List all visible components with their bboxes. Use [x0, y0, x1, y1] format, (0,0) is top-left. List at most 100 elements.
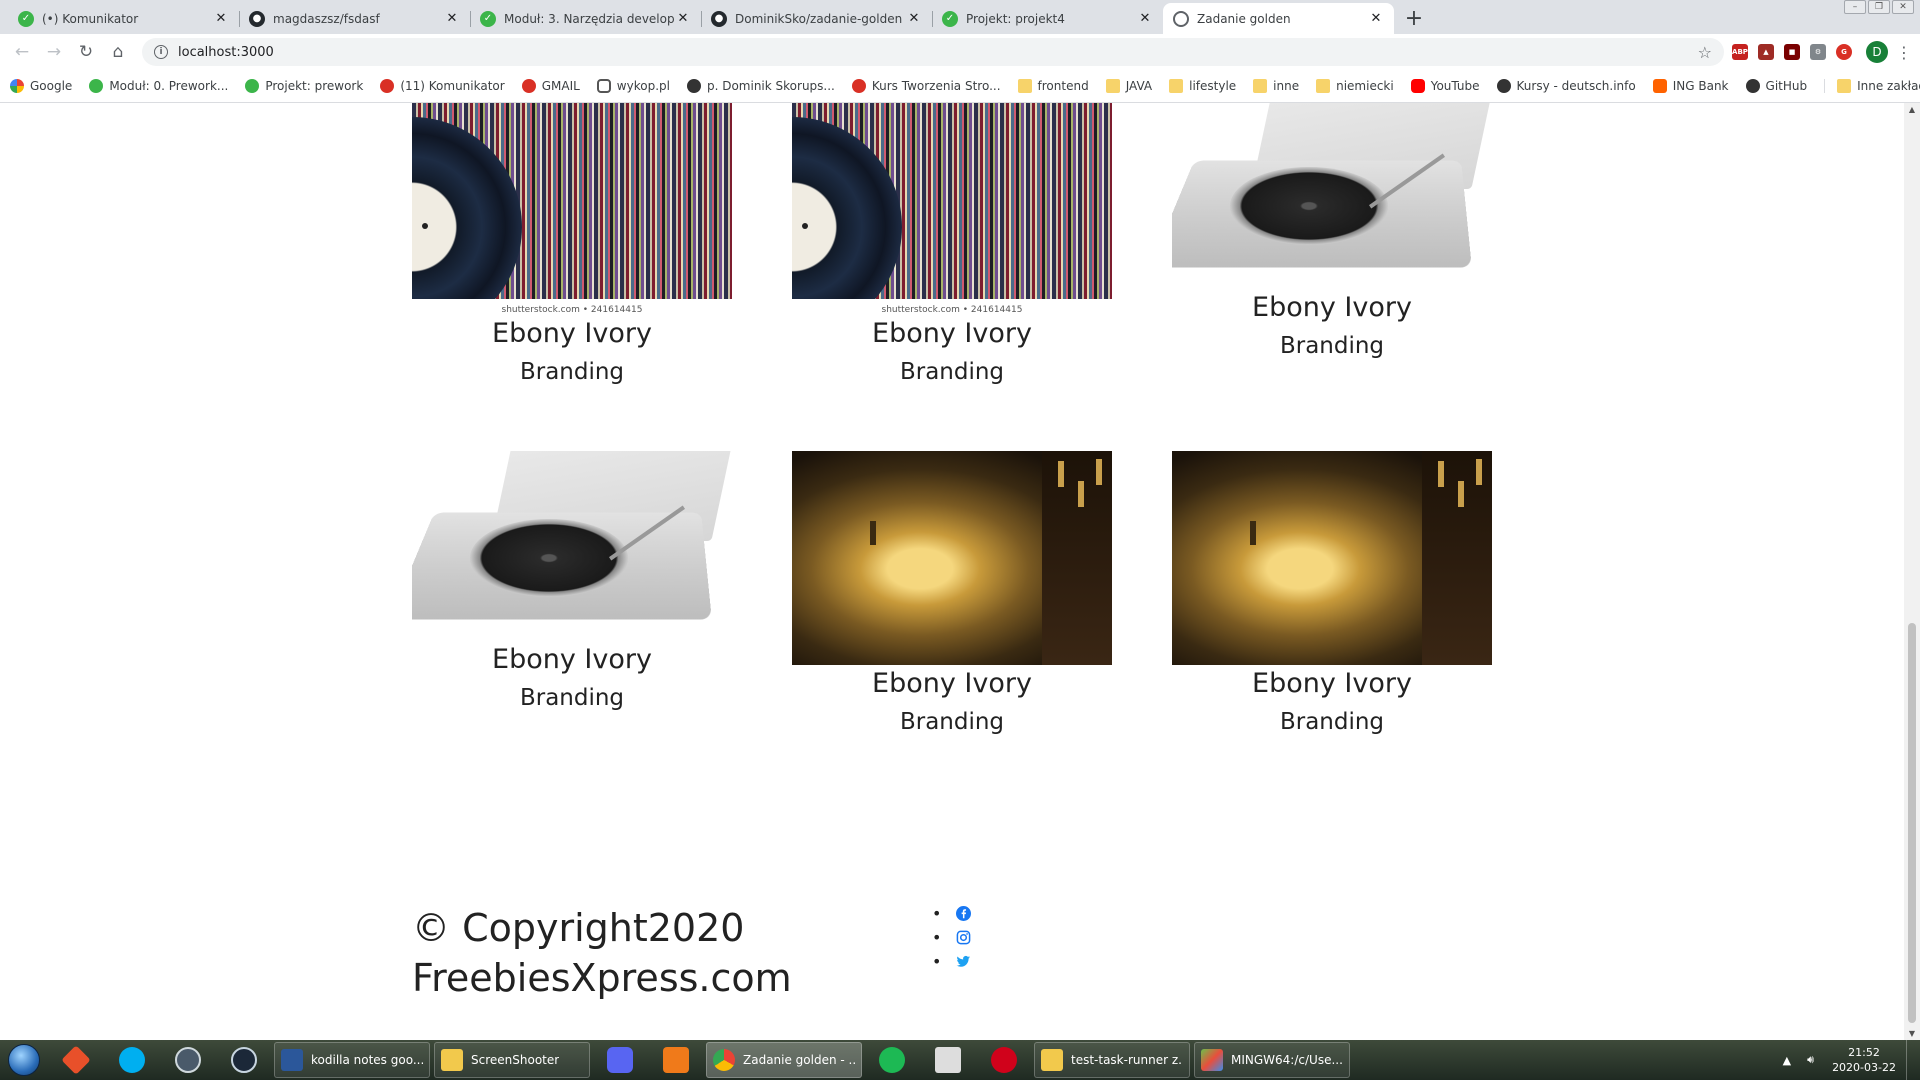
bookmark-label: Kurs Tworzenia Stro...: [871, 79, 1001, 93]
new-tab-button[interactable]: +: [1400, 4, 1428, 32]
start-button[interactable]: [0, 1040, 48, 1080]
close-icon[interactable]: ✕: [1368, 11, 1384, 26]
close-icon[interactable]: ✕: [444, 11, 460, 26]
avatar[interactable]: D: [1866, 41, 1888, 63]
pinned-app[interactable]: [104, 1040, 160, 1080]
bookmark-item[interactable]: frontend: [1017, 79, 1089, 93]
bookmark-item[interactable]: inne: [1253, 79, 1299, 93]
bookmark-star-icon[interactable]: ☆: [1698, 43, 1712, 62]
home-icon[interactable]: ⌂: [104, 38, 132, 66]
card-title: Ebony Ivory: [1252, 292, 1412, 323]
bookmark-item[interactable]: lifestyle: [1169, 79, 1236, 93]
pinned-app[interactable]: [216, 1040, 272, 1080]
hand-icon: [935, 1047, 961, 1073]
turntable-knob: [1438, 461, 1444, 487]
bookmark-item[interactable]: GitHub: [1745, 79, 1808, 93]
taskbar-app[interactable]: MINGW64:/c/Use...: [1194, 1042, 1350, 1078]
pdf-icon[interactable]: ▲: [1758, 44, 1774, 60]
github-icon: ●: [711, 10, 727, 27]
bookmark-item[interactable]: Kurs Tworzenia Stro...: [851, 79, 1001, 93]
taskbar-app[interactable]: ScreenShooter: [434, 1042, 590, 1078]
bookmark-item[interactable]: Moduł: 0. Prework...: [89, 79, 228, 93]
info-icon[interactable]: i: [154, 45, 168, 59]
turntable-knob: [1058, 461, 1064, 487]
bookmark-label: GMAIL: [541, 79, 580, 93]
tab-zadanie-golden[interactable]: Zadanie golden ✕: [1163, 3, 1394, 34]
bookmark-item[interactable]: Google: [10, 79, 72, 93]
tab-title: Moduł: 3. Narzędzia developerskie: [504, 11, 675, 26]
scroll-down-icon[interactable]: ▼: [1904, 1029, 1920, 1038]
facebook-icon[interactable]: [956, 905, 971, 921]
bookmark-item[interactable]: GMAIL: [521, 79, 580, 93]
forward-icon[interactable]: →: [40, 38, 68, 66]
close-icon[interactable]: ✕: [213, 11, 229, 26]
ublock-icon[interactable]: ■: [1784, 44, 1800, 60]
bookmark-item[interactable]: wykop.pl: [596, 79, 670, 93]
close-icon[interactable]: ✕: [675, 11, 691, 26]
bookmark-favicon-icon: [380, 79, 395, 93]
url-text[interactable]: localhost:3000: [178, 45, 1698, 60]
tab-fsdasf[interactable]: ● magdaszsz/fsdasf ✕: [239, 3, 470, 34]
taskbar-app-label: kodilla notes goo...: [311, 1053, 423, 1067]
social-links: [932, 901, 971, 973]
grammarly-icon[interactable]: G: [1836, 44, 1852, 60]
taskbar-app[interactable]: kodilla notes goo...: [274, 1042, 430, 1078]
card-category: Branding: [1279, 709, 1385, 735]
address-bar[interactable]: i localhost:3000 ☆: [142, 38, 1724, 66]
tray-expand-icon[interactable]: ▲: [1783, 1054, 1791, 1067]
portfolio-card[interactable]: Ebony Ivory Branding: [792, 451, 1112, 741]
silver-turntable-image: [412, 451, 732, 641]
scroll-up-icon[interactable]: ▲: [1904, 105, 1920, 114]
instagram-icon[interactable]: [956, 930, 971, 945]
pinned-app[interactable]: [48, 1040, 104, 1080]
card-title: Ebony Ivory: [492, 644, 652, 675]
minimize-icon[interactable]: –: [1844, 0, 1866, 14]
pinned-app[interactable]: [160, 1040, 216, 1080]
scrollbar-thumb[interactable]: [1908, 623, 1916, 1023]
other-bookmarks[interactable]: Inne zakładki: [1824, 79, 1920, 93]
pinned-app[interactable]: [920, 1040, 976, 1080]
reload-icon[interactable]: ↻: [72, 38, 100, 66]
volume-icon[interactable]: 🔊︎: [1807, 1053, 1814, 1067]
tab-modul-3[interactable]: ✓ Moduł: 3. Narzędzia developerskie ✕: [470, 3, 701, 34]
bookmark-item[interactable]: ING Bank: [1652, 79, 1729, 93]
close-window-icon[interactable]: ✕: [1892, 0, 1914, 14]
taskbar-app[interactable]: test-task-runner z...: [1034, 1042, 1190, 1078]
portfolio-card[interactable]: shutterstock.com • 241614415 Ebony Ivory…: [792, 103, 1112, 391]
bookmark-item[interactable]: Kursy - deutsch.info: [1496, 79, 1636, 93]
twitter-icon[interactable]: [956, 954, 971, 969]
tab-zadanie-golden-repo[interactable]: ● DominikSko/zadanie-golden ✕: [701, 3, 932, 34]
portfolio-card[interactable]: Ebony Ivory Branding: [1172, 451, 1492, 741]
show-desktop-button[interactable]: [1906, 1040, 1920, 1080]
bookmark-item[interactable]: niemiecki: [1316, 79, 1394, 93]
extensions: ABP ▲ ■ ⚙ G: [1732, 44, 1852, 60]
pinned-app[interactable]: [976, 1040, 1032, 1080]
folder-icon: [1316, 79, 1331, 93]
restore-icon[interactable]: ❐: [1868, 0, 1890, 14]
back-icon[interactable]: ←: [8, 38, 36, 66]
portfolio-card[interactable]: Ebony Ivory Branding: [412, 451, 732, 717]
clock[interactable]: 21:52 2020-03-22: [1832, 1045, 1896, 1075]
bookmark-item[interactable]: JAVA: [1105, 79, 1152, 93]
page-scrollbar[interactable]: ▲ ▼: [1904, 103, 1920, 1040]
pinned-app[interactable]: [648, 1040, 704, 1080]
skype-icon: [119, 1047, 145, 1073]
tab-projekt4[interactable]: ✓ Projekt: projekt4 ✕: [932, 3, 1163, 34]
adblock-icon[interactable]: ABP: [1732, 44, 1748, 60]
card-category: Branding: [519, 359, 625, 385]
close-icon[interactable]: ✕: [1137, 11, 1153, 26]
bookmark-item[interactable]: (11) Komunikator: [380, 79, 505, 93]
bookmark-item[interactable]: Projekt: prework: [245, 79, 363, 93]
menu-icon[interactable]: ⋮: [1896, 43, 1912, 62]
close-icon[interactable]: ✕: [906, 11, 922, 26]
pinned-app[interactable]: [592, 1040, 648, 1080]
pinned-app[interactable]: [864, 1040, 920, 1080]
portfolio-card[interactable]: Ebony Ivory Branding: [1172, 103, 1492, 365]
tab-komunikator[interactable]: ✓ (•) Komunikator ✕: [8, 3, 239, 34]
bookmark-item[interactable]: YouTube: [1410, 79, 1480, 93]
settings-extension-icon[interactable]: ⚙: [1810, 44, 1826, 60]
bookmark-label: GitHub: [1765, 79, 1808, 93]
taskbar-app[interactable]: Zadanie golden - ...: [706, 1042, 862, 1078]
bookmark-item[interactable]: p. Dominik Skorups...: [686, 79, 835, 93]
portfolio-card[interactable]: shutterstock.com • 241614415 Ebony Ivory…: [412, 103, 732, 391]
